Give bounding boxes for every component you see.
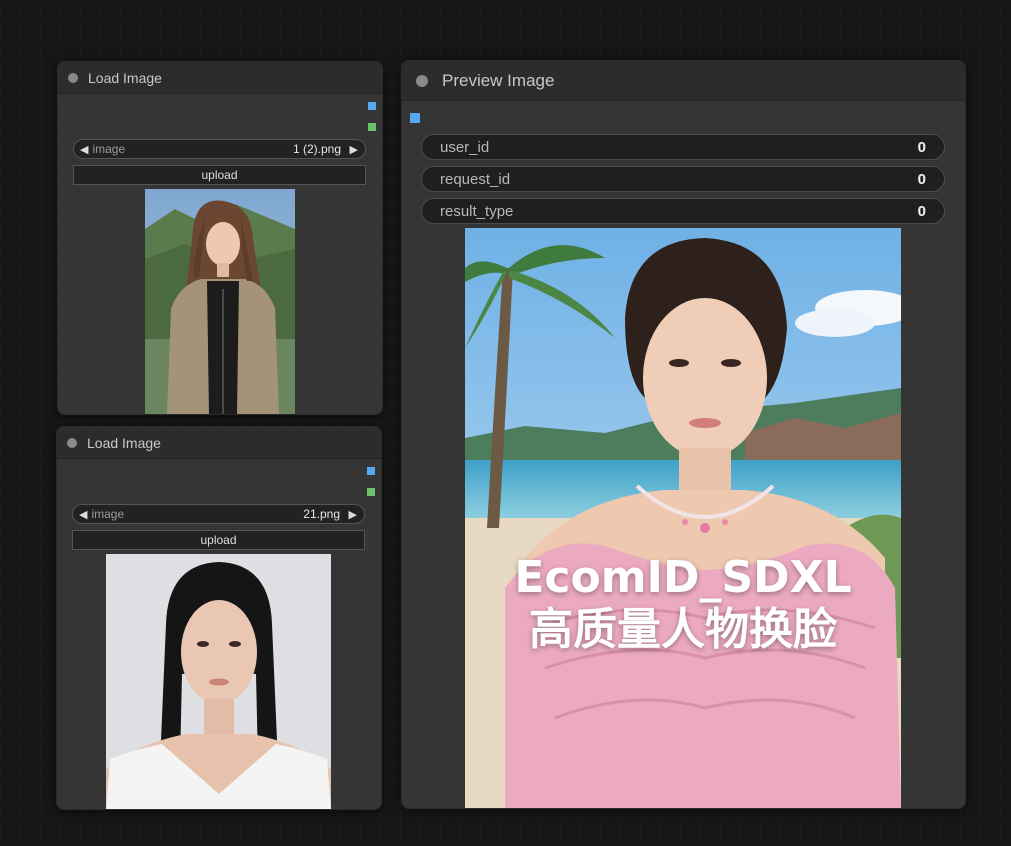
portrait-thumbnail-2 <box>106 554 331 809</box>
image-output-slot[interactable] <box>368 102 376 110</box>
combo-label: image <box>91 507 125 521</box>
right-arrow-icon[interactable]: ▶ <box>349 508 357 521</box>
image-combo-widget[interactable]: ◀ image 21.png ▶ <box>72 504 365 524</box>
image-preview <box>145 189 295 414</box>
field-value: 0 <box>917 138 926 156</box>
upload-button[interactable]: upload <box>72 530 365 550</box>
node-header[interactable]: Load Image <box>58 62 382 94</box>
load-image-node-1[interactable]: Load Image ◀ image 1 (2).png ▶ upload <box>57 61 383 415</box>
node-title: Load Image <box>87 434 161 451</box>
field-label: user_id <box>440 138 490 156</box>
image-output-slot[interactable] <box>367 467 375 475</box>
right-arrow-icon[interactable]: ▶ <box>350 143 358 156</box>
image-preview <box>106 554 331 809</box>
collapse-dot-icon[interactable] <box>416 74 428 87</box>
user-id-field[interactable]: user_id 0 <box>421 134 945 160</box>
mask-output-slot[interactable] <box>368 123 376 131</box>
node-title: Load Image <box>88 69 162 86</box>
field-value: 0 <box>917 170 926 188</box>
mask-output-slot[interactable] <box>367 488 375 496</box>
overlay-title: EcomID_SDXL 高质量人物换脸 <box>465 552 901 656</box>
portrait-thumbnail-1 <box>145 189 295 414</box>
preview-result-image: EcomID_SDXL 高质量人物换脸 <box>465 228 901 808</box>
node-header[interactable]: Load Image <box>57 427 381 459</box>
image-combo-widget[interactable]: ◀ image 1 (2).png ▶ <box>73 139 366 159</box>
combo-value: 21.png <box>303 507 340 521</box>
upload-button[interactable]: upload <box>73 165 366 185</box>
field-label: request_id <box>440 170 511 188</box>
collapse-dot-icon[interactable] <box>68 72 78 83</box>
result-type-field[interactable]: result_type 0 <box>421 198 945 224</box>
node-title: Preview Image <box>442 70 555 90</box>
field-label: result_type <box>440 202 514 220</box>
image-input-slot[interactable] <box>410 113 420 123</box>
load-image-node-2[interactable]: Load Image ◀ image 21.png ▶ upload <box>56 426 382 810</box>
left-arrow-icon[interactable]: ◀ <box>79 508 87 521</box>
result-photo <box>465 228 901 808</box>
combo-value: 1 (2).png <box>292 142 341 156</box>
overlay-line-2: 高质量人物换脸 <box>529 604 837 655</box>
collapse-dot-icon[interactable] <box>67 437 77 448</box>
overlay-line-1: EcomID_SDXL <box>514 552 852 603</box>
combo-label: image <box>92 142 126 156</box>
request-id-field[interactable]: request_id 0 <box>421 166 945 192</box>
preview-image-node[interactable]: Preview Image user_id 0 request_id 0 res… <box>401 60 966 809</box>
node-header[interactable]: Preview Image <box>402 61 965 101</box>
field-value: 0 <box>917 202 926 220</box>
left-arrow-icon[interactable]: ◀ <box>80 143 88 156</box>
